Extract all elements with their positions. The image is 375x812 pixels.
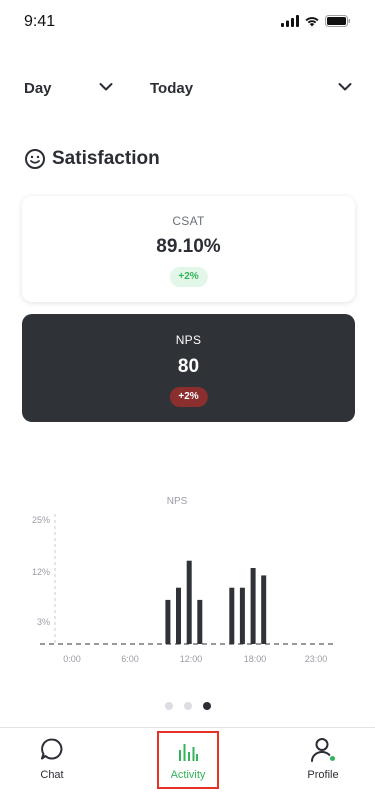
bar-hour-16 bbox=[239, 587, 245, 645]
wifi-icon bbox=[305, 17, 319, 27]
date-dropdown[interactable]: Today bbox=[150, 70, 355, 106]
bar-chart-icon bbox=[179, 744, 198, 761]
tab-chat-label: Chat bbox=[40, 769, 64, 781]
tab-chat[interactable]: Chat bbox=[22, 728, 82, 792]
chevron-down-icon bbox=[99, 83, 113, 91]
tab-bar: Chat Activity Profile bbox=[0, 727, 375, 812]
chevron-down-icon bbox=[338, 83, 352, 91]
status-time: 9:41 bbox=[24, 13, 56, 30]
nps-value: 80 bbox=[177, 356, 200, 377]
cellular-signal-icon bbox=[281, 15, 299, 27]
y-tick-label: 25% bbox=[32, 515, 50, 525]
csat-value: 89.10% bbox=[156, 236, 221, 257]
bar-hour-15 bbox=[229, 587, 235, 645]
bar-hour-11 bbox=[186, 560, 192, 644]
page-dot[interactable] bbox=[202, 702, 211, 710]
page-indicator bbox=[0, 702, 375, 710]
user-icon bbox=[311, 738, 337, 763]
section-title-text: Satisfaction bbox=[52, 148, 160, 169]
battery-icon bbox=[325, 15, 350, 27]
page-dot[interactable] bbox=[183, 702, 192, 710]
csat-change-badge: +2% bbox=[169, 267, 208, 287]
y-tick-label: 3% bbox=[37, 617, 50, 627]
bar-hour-17 bbox=[250, 568, 256, 644]
x-tick-label: 23:00 bbox=[305, 654, 328, 664]
page-dot[interactable] bbox=[164, 702, 173, 710]
tab-profile[interactable]: Profile bbox=[292, 728, 354, 792]
section-title: Satisfaction bbox=[24, 148, 160, 170]
bar-hour-12 bbox=[197, 599, 203, 644]
range-dropdown[interactable]: Day bbox=[24, 70, 114, 106]
status-bar: 9:41 bbox=[0, 0, 375, 44]
x-tick-label: 12:00 bbox=[180, 654, 203, 664]
csat-metric-label: CSAT bbox=[172, 214, 205, 228]
nps-metric-label: NPS bbox=[175, 333, 202, 347]
tab-activity-label: Activity bbox=[170, 769, 206, 781]
online-status-dot bbox=[328, 754, 337, 763]
chat-bubble-icon bbox=[41, 738, 63, 760]
date-dropdown-label: Today bbox=[150, 79, 194, 97]
range-dropdown-label: Day bbox=[24, 79, 52, 97]
tab-profile-label: Profile bbox=[307, 769, 339, 781]
nps-bar-chart: NPS 3% 12% 25% 0:00 6:00 12:00 18:00 23:00 bbox=[32, 496, 335, 664]
tab-activity[interactable]: Activity bbox=[157, 731, 219, 789]
bar-hour-10 bbox=[176, 587, 181, 645]
x-tick-label: 0:00 bbox=[63, 654, 81, 664]
bar-hour-18 bbox=[261, 575, 267, 644]
bar-hour-9 bbox=[165, 599, 171, 644]
filter-row: Day Today bbox=[0, 70, 375, 106]
y-tick-label: 12% bbox=[32, 567, 50, 577]
nps-card[interactable]: NPS 80 +2% bbox=[22, 314, 355, 422]
status-icons bbox=[281, 15, 351, 27]
nps-change-badge: +2% bbox=[169, 387, 208, 407]
chart-title: NPS bbox=[167, 496, 188, 507]
x-tick-label: 6:00 bbox=[121, 654, 139, 664]
x-tick-label: 18:00 bbox=[244, 654, 267, 664]
smiley-face-icon bbox=[25, 149, 45, 169]
y-tick-labels: 3% 12% 25% bbox=[32, 515, 50, 627]
bars bbox=[165, 560, 267, 645]
x-tick-labels: 0:00 6:00 12:00 18:00 23:00 bbox=[63, 654, 327, 664]
csat-card[interactable]: CSAT 89.10% +2% bbox=[22, 196, 355, 302]
